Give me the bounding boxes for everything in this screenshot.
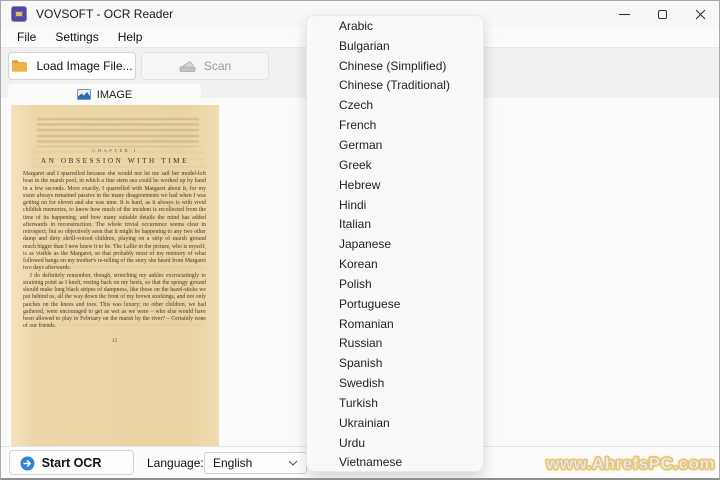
language-option[interactable]: Hindi: [307, 195, 483, 215]
language-select[interactable]: English: [204, 452, 307, 474]
language-option[interactable]: Romanian: [307, 314, 483, 334]
language-option[interactable]: Ukrainian: [307, 413, 483, 433]
app-logo-icon: [11, 6, 27, 22]
scanner-icon: [179, 60, 196, 73]
page-paragraph: I do definitely remember, though, stretc…: [23, 272, 206, 330]
language-option[interactable]: French: [307, 115, 483, 135]
language-option[interactable]: Greek: [307, 155, 483, 175]
language-option[interactable]: Urdu: [307, 433, 483, 453]
language-option[interactable]: Arabic: [307, 16, 483, 36]
close-button[interactable]: [681, 1, 719, 27]
page-chapter-label: CHAPTER I: [92, 148, 138, 153]
menu-item[interactable]: File: [10, 30, 43, 44]
close-icon: [695, 9, 705, 19]
language-option[interactable]: Polish: [307, 274, 483, 294]
language-option[interactable]: Vietnamese: [307, 453, 483, 471]
language-dropdown-list: Arabic Bulgarian Chinese (Simplified) Chine…: [306, 15, 484, 472]
scan-button[interactable]: Scan: [141, 52, 269, 80]
window-controls: [605, 1, 719, 27]
language-option[interactable]: Chinese (Simplified): [307, 56, 483, 76]
minimize-icon: [618, 13, 630, 15]
load-image-label: Load Image File...: [36, 59, 133, 73]
tab-image-label: IMAGE: [96, 88, 133, 101]
start-arrow-icon: [20, 456, 35, 471]
menu-item[interactable]: Help: [111, 30, 150, 44]
menu-item[interactable]: Settings: [48, 30, 105, 44]
language-option[interactable]: Spanish: [307, 353, 483, 373]
start-ocr-button[interactable]: Start OCR: [9, 450, 134, 475]
maximize-icon: [657, 9, 667, 19]
language-option[interactable]: Portuguese: [307, 294, 483, 314]
start-ocr-label: Start OCR: [41, 455, 102, 470]
window-title: VOVSOFT - OCR Reader: [36, 7, 174, 21]
language-option[interactable]: Russian: [307, 334, 483, 354]
load-image-button[interactable]: Load Image File...: [8, 52, 136, 80]
image-icon: [76, 89, 91, 100]
language-option[interactable]: Turkish: [307, 393, 483, 413]
chevron-down-icon: [288, 460, 298, 466]
watermark: www.AhrefsPC.com: [546, 454, 715, 473]
page-bleedthrough: [37, 118, 199, 147]
language-label: Language:: [147, 456, 204, 470]
minimize-button[interactable]: [605, 1, 643, 27]
language-option[interactable]: Korean: [307, 254, 483, 274]
language-option[interactable]: Chinese (Traditional): [307, 76, 483, 96]
language-option[interactable]: Bulgarian: [307, 36, 483, 56]
page-title: AN OBSESSION WITH TIME: [40, 157, 190, 165]
language-select-value: English: [213, 456, 253, 470]
scanned-page: CHAPTER I AN OBSESSION WITH TIME Margare…: [11, 105, 219, 446]
language-option[interactable]: Italian: [307, 214, 483, 234]
page-paragraph: Margaret and I quarrelled because she wo…: [23, 171, 206, 272]
folder-icon: [11, 59, 28, 73]
maximize-button[interactable]: [643, 1, 681, 27]
language-option[interactable]: Czech: [307, 95, 483, 115]
page-body: Margaret and I quarrelled because she wo…: [23, 171, 206, 344]
language-option[interactable]: Swedish: [307, 373, 483, 393]
app-window: VOVSOFT - OCR Reader File Settings Help Lo: [0, 0, 720, 480]
page-number: 15: [111, 337, 118, 344]
scan-label: Scan: [203, 59, 232, 73]
language-option[interactable]: Japanese: [307, 234, 483, 254]
tab-image[interactable]: IMAGE: [8, 84, 201, 105]
language-option[interactable]: Hebrew: [307, 175, 483, 195]
language-option[interactable]: German: [307, 135, 483, 155]
